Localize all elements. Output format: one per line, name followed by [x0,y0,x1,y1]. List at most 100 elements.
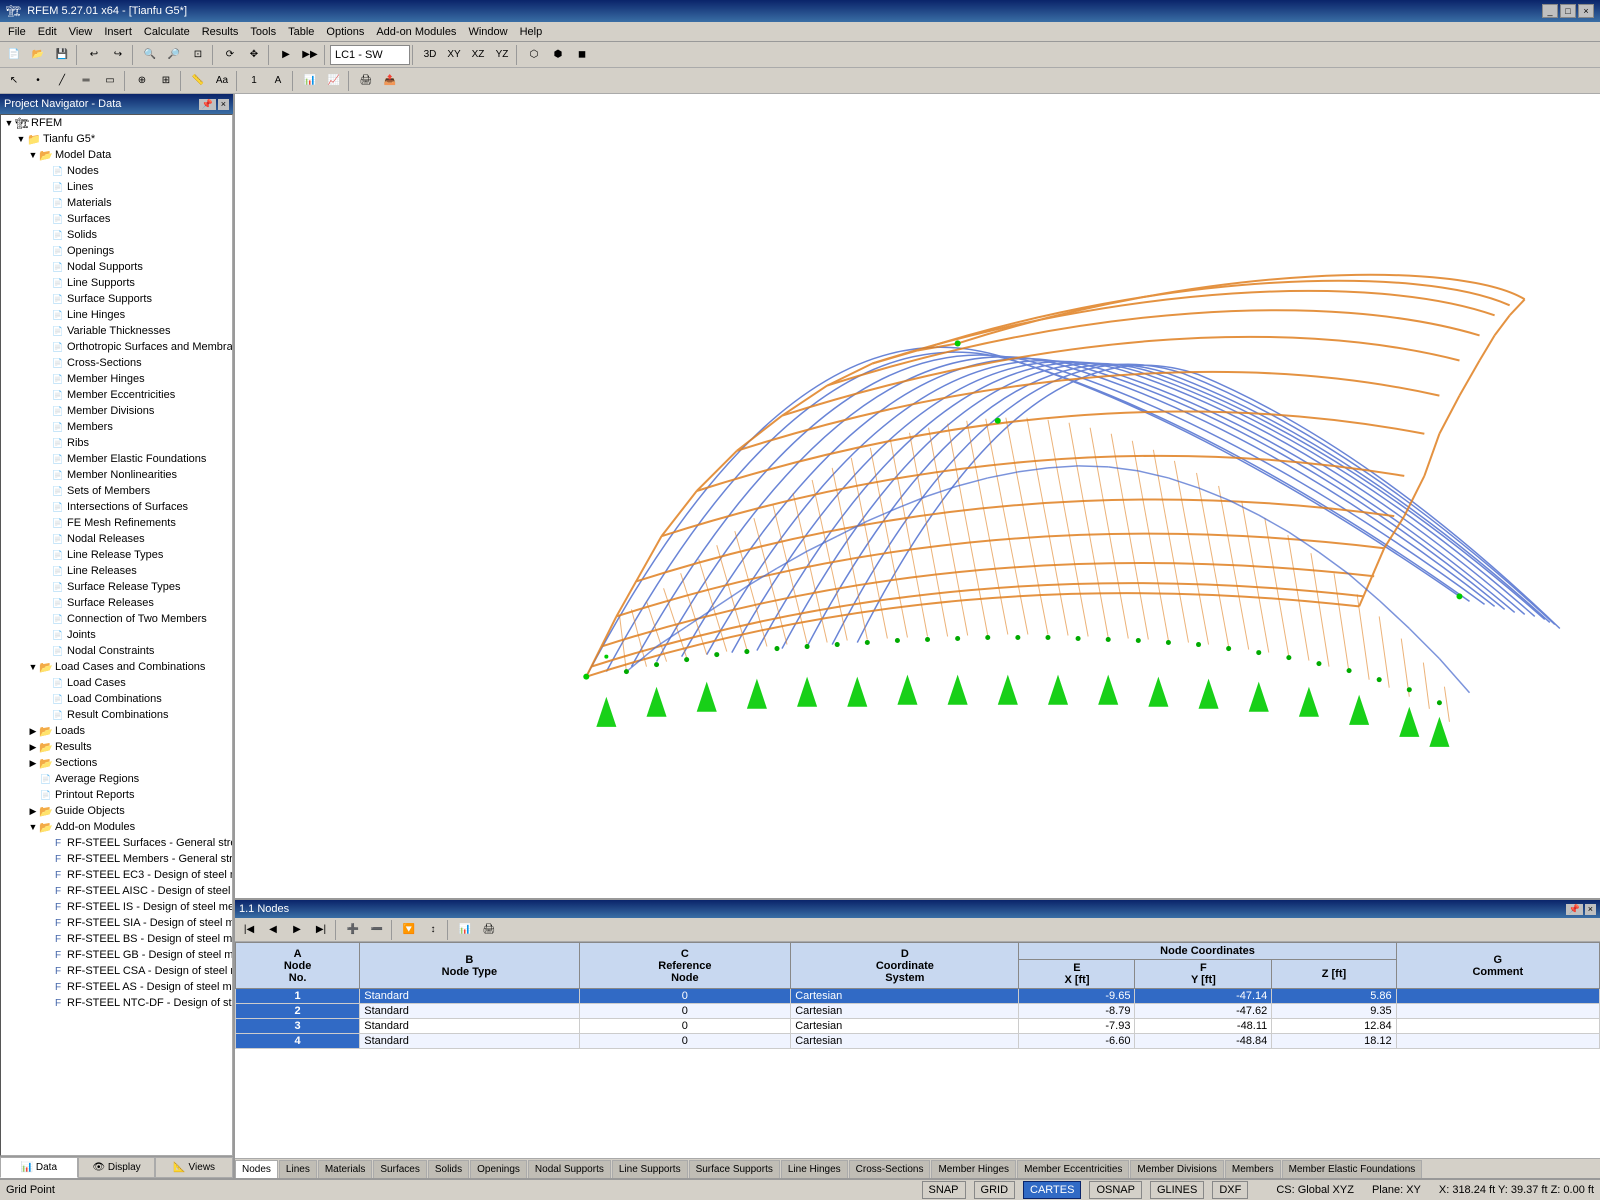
expand-icon[interactable]: ▼ [3,117,15,129]
tbl-add[interactable]: ➕ [342,919,364,941]
tree-item-membereccentricities[interactable]: 📄Member Eccentricities [1,387,232,403]
col-header-comment[interactable]: GComment [1396,943,1599,989]
menu-window[interactable]: Window [462,24,513,40]
tbl-first[interactable]: |◀ [238,919,260,941]
tab-data[interactable]: 📊 Data [0,1157,78,1178]
col-header-b[interactable]: BNode Type [360,943,579,989]
tb2-line[interactable]: ╱ [51,70,73,92]
menu-view[interactable]: View [63,24,99,40]
col-header-a[interactable]: ANodeNo. [236,943,360,989]
expand-icon[interactable]: ▼ [27,821,39,833]
tree-item-rfsteelaisc[interactable]: FRF-STEEL AISC - Design of steel mem [1,883,232,899]
tbl-filter[interactable]: 🔽 [398,919,420,941]
tree-item-modeldata[interactable]: ▼📂Model Data [1,147,232,163]
tree-item-surfacereleases[interactable]: 📄Surface Releases [1,595,232,611]
menu-options[interactable]: Options [320,24,370,40]
menu-insert[interactable]: Insert [98,24,138,40]
tree-item-joints[interactable]: 📄Joints [1,627,232,643]
tbl-last[interactable]: ▶| [310,919,332,941]
tbl-del[interactable]: ➖ [366,919,388,941]
tree-item-printoutreports[interactable]: 📄Printout Reports [1,787,232,803]
bottom-tab-member-hinges[interactable]: Member Hinges [931,1160,1016,1178]
status-snap[interactable]: SNAP [922,1181,966,1199]
tree-item-averageregions[interactable]: 📄Average Regions [1,771,232,787]
tree-item-nodalsupports[interactable]: 📄Nodal Supports [1,259,232,275]
col-header-y[interactable]: FY [ft] [1135,960,1272,989]
expand-icon[interactable]: ▶ [27,757,39,769]
nav-close[interactable]: × [218,99,229,110]
tree-item-membernonlin[interactable]: 📄Member Nonlinearities [1,467,232,483]
tb-wire[interactable]: ⬡ [523,44,545,66]
bottom-tab-lines[interactable]: Lines [279,1160,317,1178]
tb-open[interactable]: 📂 [27,44,49,66]
tree-item-memberhinges[interactable]: 📄Member Hinges [1,371,232,387]
tree-item-intersections[interactable]: 📄Intersections of Surfaces [1,499,232,515]
bottom-tab-nodal-supports[interactable]: Nodal Supports [528,1160,611,1178]
tree-item-guideobjects[interactable]: ▶📂Guide Objects [1,803,232,819]
tree-item-results[interactable]: ▶📂Results [1,739,232,755]
status-grid[interactable]: GRID [974,1181,1016,1199]
bottom-tab-member-eccentricities[interactable]: Member Eccentricities [1017,1160,1129,1178]
menu-addon[interactable]: Add-on Modules [370,24,462,40]
menu-edit[interactable]: Edit [32,24,63,40]
status-glines[interactable]: GLINES [1150,1181,1204,1199]
tbl-excel[interactable]: 📊 [454,919,476,941]
tb-redo[interactable]: ↪ [107,44,129,66]
maximize-button[interactable]: □ [1560,4,1576,18]
col-header-c[interactable]: CReferenceNode [579,943,791,989]
tree-item-nodalconstraints[interactable]: 📄Nodal Constraints [1,643,232,659]
tree-item-ribs[interactable]: 📄Ribs [1,435,232,451]
tb2-show-numbers[interactable]: 1 [243,70,265,92]
expand-icon[interactable]: ▼ [27,661,39,673]
tbl-next[interactable]: ▶ [286,919,308,941]
bottom-tab-nodes[interactable]: Nodes [235,1160,278,1178]
tree-item-sections[interactable]: ▶📂Sections [1,755,232,771]
tree-item-crosssections[interactable]: 📄Cross-Sections [1,355,232,371]
tb2-snap[interactable]: ⊕ [131,70,153,92]
bottom-tab-surfaces[interactable]: Surfaces [373,1160,426,1178]
tree-item-loads[interactable]: ▶📂Loads [1,723,232,739]
bottom-tab-member-elastic-foundations[interactable]: Member Elastic Foundations [1282,1160,1423,1178]
col-header-x[interactable]: EX [ft] [1019,960,1135,989]
tree-item-variablethicknesses[interactable]: 📄Variable Thicknesses [1,323,232,339]
tb2-member[interactable]: ═ [75,70,97,92]
tree-item-rfsteelas[interactable]: FRF-STEEL AS - Design of steel memb [1,979,232,995]
tree-item-surfacereleasetypes[interactable]: 📄Surface Release Types [1,579,232,595]
tb2-measure[interactable]: 📏 [187,70,209,92]
tbl-sort[interactable]: ↕ [422,919,444,941]
tb2-show-labels[interactable]: A [267,70,289,92]
tree-item-rfsteelsurfaces[interactable]: FRF-STEEL Surfaces - General stress a [1,835,232,851]
bottom-tab-member-divisions[interactable]: Member Divisions [1130,1160,1223,1178]
tb-solid[interactable]: ⬢ [547,44,569,66]
tab-display[interactable]: 👁 Display [78,1157,156,1178]
table-row[interactable]: 1 Standard 0 Cartesian -9.65 -47.14 5.86 [236,989,1600,1004]
tree-item-setsofmembers[interactable]: 📄Sets of Members [1,483,232,499]
tree-item-nodes[interactable]: 📄Nodes [1,163,232,179]
tb-undo[interactable]: ↩ [83,44,105,66]
table-row[interactable]: 2 Standard 0 Cartesian -8.79 -47.62 9.35 [236,1004,1600,1019]
tree-item-materials[interactable]: 📄Materials [1,195,232,211]
tree-item-members[interactable]: 📄Members [1,419,232,435]
tree-item-linehinges[interactable]: 📄Line Hinges [1,307,232,323]
bottom-close[interactable]: × [1585,904,1596,915]
tb-yz[interactable]: YZ [491,44,513,66]
tree-item-rfsteelntcdf[interactable]: FRF-STEEL NTC-DF - Design of steel m [1,995,232,1011]
tree-item-rfem[interactable]: ▼🏗RFEM [1,115,232,131]
tb-zoom-out[interactable]: 🔎 [163,44,185,66]
tree-item-rfsteelmembers[interactable]: FRF-STEEL Members - General stress a [1,851,232,867]
tb-new[interactable]: 📄 [3,44,25,66]
table-row[interactable]: 4 Standard 0 Cartesian -6.60 -48.84 18.1… [236,1034,1600,1049]
tree-item-lines[interactable]: 📄Lines [1,179,232,195]
bottom-pin[interactable]: 📌 [1566,904,1583,915]
tb2-grid[interactable]: ⊞ [155,70,177,92]
bottom-tab-surface-supports[interactable]: Surface Supports [689,1160,780,1178]
nav-header-controls[interactable]: 📌 × [199,99,229,110]
menu-tools[interactable]: Tools [244,24,282,40]
expand-icon[interactable]: ▼ [27,149,39,161]
tree-item-rfsteelis[interactable]: FRF-STEEL IS - Design of steel memb [1,899,232,915]
tb2-annotate[interactable]: Aa [211,70,233,92]
window-controls[interactable]: _ □ × [1542,4,1594,18]
menu-file[interactable]: File [2,24,32,40]
tree-item-surfacesupports[interactable]: 📄Surface Supports [1,291,232,307]
bottom-tab-members[interactable]: Members [1225,1160,1281,1178]
